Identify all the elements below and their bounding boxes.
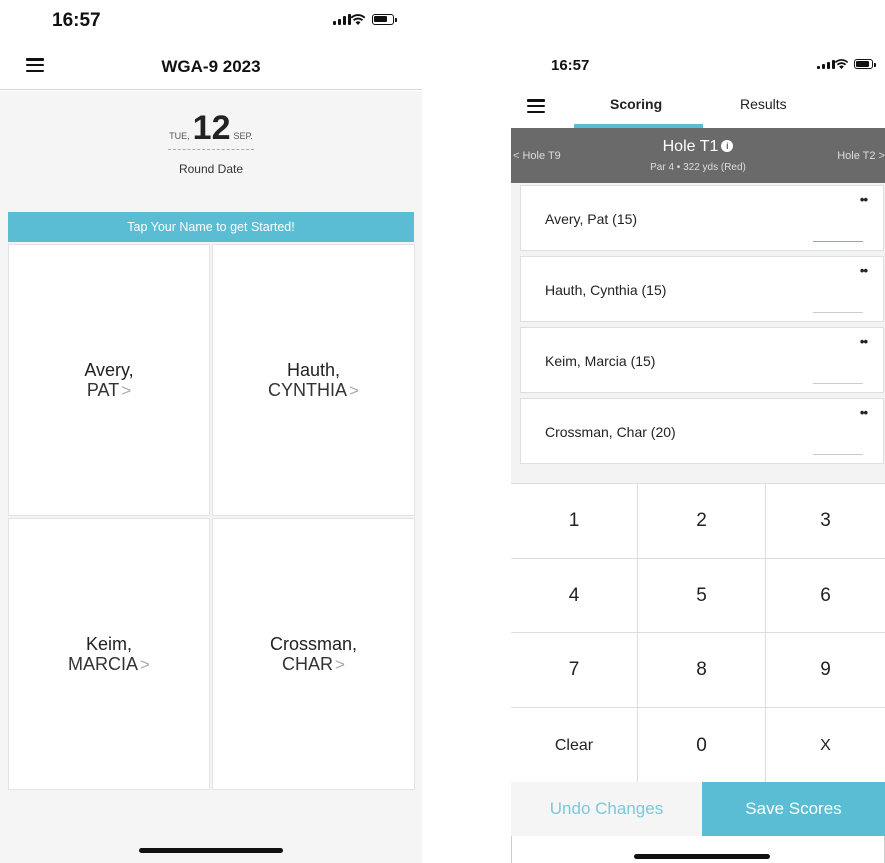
key-5[interactable]: 5 — [638, 559, 766, 633]
tab-scoring[interactable]: Scoring — [610, 96, 662, 112]
round-date-label: Round Date — [178, 162, 244, 176]
score-row-name: Avery, Pat (15) — [545, 211, 638, 227]
score-input[interactable] — [813, 454, 863, 455]
score-row-keim[interactable]: Keim, Marcia (15) •• — [520, 327, 884, 393]
player-last-name: Keim, — [85, 633, 132, 654]
round-date-picker[interactable]: TUE, 12 SEP. Round Date — [0, 111, 422, 176]
right-screen: 16:57 Scoring Results < Hole T9 Hole T1 i… — [511, 0, 885, 863]
date-day: 12 — [192, 109, 231, 147]
player-first-name: MARCIA — [68, 653, 139, 674]
date-dow: TUE, — [169, 131, 190, 141]
score-input[interactable] — [813, 241, 863, 242]
status-bar: 16:57 — [0, 0, 422, 44]
score-row-avery[interactable]: Avery, Pat (15) •• — [520, 185, 884, 251]
more-icon[interactable]: •• — [860, 192, 868, 207]
date-month: SEP. — [233, 131, 253, 141]
top-nav: WGA-9 2023 — [0, 44, 422, 90]
undo-changes-button[interactable]: Undo Changes — [511, 782, 702, 836]
start-banner: Tap Your Name to get Started! — [8, 212, 414, 242]
key-9[interactable]: 9 — [766, 633, 885, 708]
more-icon[interactable]: •• — [860, 405, 868, 420]
player-tile-keim[interactable]: Keim, MARCIA > — [8, 518, 210, 790]
round-content: TUE, 12 SEP. Round Date Tap Your Name to… — [0, 91, 422, 863]
tab-bar: Scoring Results — [511, 86, 885, 128]
info-icon[interactable]: i — [721, 140, 734, 152]
score-row-name: Hauth, Cynthia (15) — [545, 282, 667, 298]
score-row-name: Keim, Marcia (15) — [545, 353, 656, 369]
bottom-panel — [511, 836, 885, 863]
key-3[interactable]: 3 — [766, 484, 885, 559]
player-tile-hauth[interactable]: Hauth, CYNTHIA > — [212, 244, 415, 516]
chevron-right-icon: > — [121, 380, 132, 400]
hole-header: < Hole T9 Hole T1 i Par 4 • 322 yds (Red)… — [511, 128, 885, 183]
player-first-name: CHAR — [282, 653, 334, 674]
hole-title: Hole T1 i — [511, 138, 885, 156]
chevron-right-icon: > — [349, 380, 359, 400]
more-icon[interactable]: •• — [860, 334, 868, 349]
chevron-right-icon: > — [140, 654, 150, 674]
save-scores-button[interactable]: Save Scores — [702, 782, 885, 836]
wifi-icon — [834, 59, 849, 70]
wifi-icon — [350, 14, 366, 25]
player-last-name: Hauth, — [286, 359, 341, 380]
home-indicator[interactable] — [634, 854, 770, 859]
player-first-name: CYNTHIA — [268, 379, 348, 400]
key-clear[interactable]: Clear — [511, 708, 638, 783]
score-row-name: Crossman, Char (20) — [545, 424, 676, 440]
menu-icon[interactable] — [527, 99, 545, 113]
status-time: 16:57 — [52, 10, 101, 31]
key-7[interactable]: 7 — [511, 633, 638, 708]
signal-icon — [333, 14, 351, 25]
key-1[interactable]: 1 — [511, 484, 638, 559]
home-indicator[interactable] — [139, 848, 283, 853]
player-grid: Avery, PAT > Hauth, CYNTHIA > Keim, MARCIA… — [8, 244, 415, 790]
key-8[interactable]: 8 — [638, 633, 766, 708]
score-input[interactable] — [813, 383, 863, 384]
score-entry-list: Avery, Pat (15) •• Hauth, Cynthia (15) •… — [511, 183, 885, 483]
score-input[interactable] — [813, 312, 863, 313]
next-hole-link[interactable]: Hole T2 > — [837, 150, 885, 162]
player-tile-avery[interactable]: Avery, PAT > — [8, 244, 210, 516]
more-icon[interactable]: •• — [860, 263, 868, 278]
left-screen: 16:57 WGA-9 2023 TUE, 12 SEP. Round Date… — [0, 0, 422, 863]
player-last-name: Crossman, — [269, 633, 358, 654]
key-x[interactable]: X — [766, 708, 885, 783]
key-6[interactable]: 6 — [766, 559, 885, 633]
number-keypad: 1 2 3 4 5 6 7 8 9 Clear 0 X — [511, 483, 885, 783]
page-title: WGA-9 2023 — [161, 57, 261, 76]
key-4[interactable]: 4 — [511, 559, 638, 633]
score-row-hauth[interactable]: Hauth, Cynthia (15) •• — [520, 256, 884, 322]
key-0[interactable]: 0 — [638, 708, 766, 783]
player-first-name: PAT — [86, 379, 120, 400]
battery-icon — [372, 14, 397, 25]
hole-details: Par 4 • 322 yds (Red) — [650, 162, 746, 173]
player-tile-crossman[interactable]: Crossman, CHAR > — [212, 518, 415, 790]
hole-title-text: Hole T1 — [662, 138, 719, 155]
score-row-crossman[interactable]: Crossman, Char (20) •• — [520, 398, 884, 464]
chevron-right-icon: > — [335, 654, 345, 674]
date-underline — [168, 149, 254, 150]
player-last-name: Avery, — [84, 359, 134, 380]
battery-icon — [854, 59, 876, 69]
key-2[interactable]: 2 — [638, 484, 766, 559]
status-bar: 16:57 — [511, 0, 885, 74]
signal-icon — [817, 60, 835, 69]
status-time: 16:57 — [551, 57, 590, 74]
tab-results[interactable]: Results — [740, 96, 787, 112]
